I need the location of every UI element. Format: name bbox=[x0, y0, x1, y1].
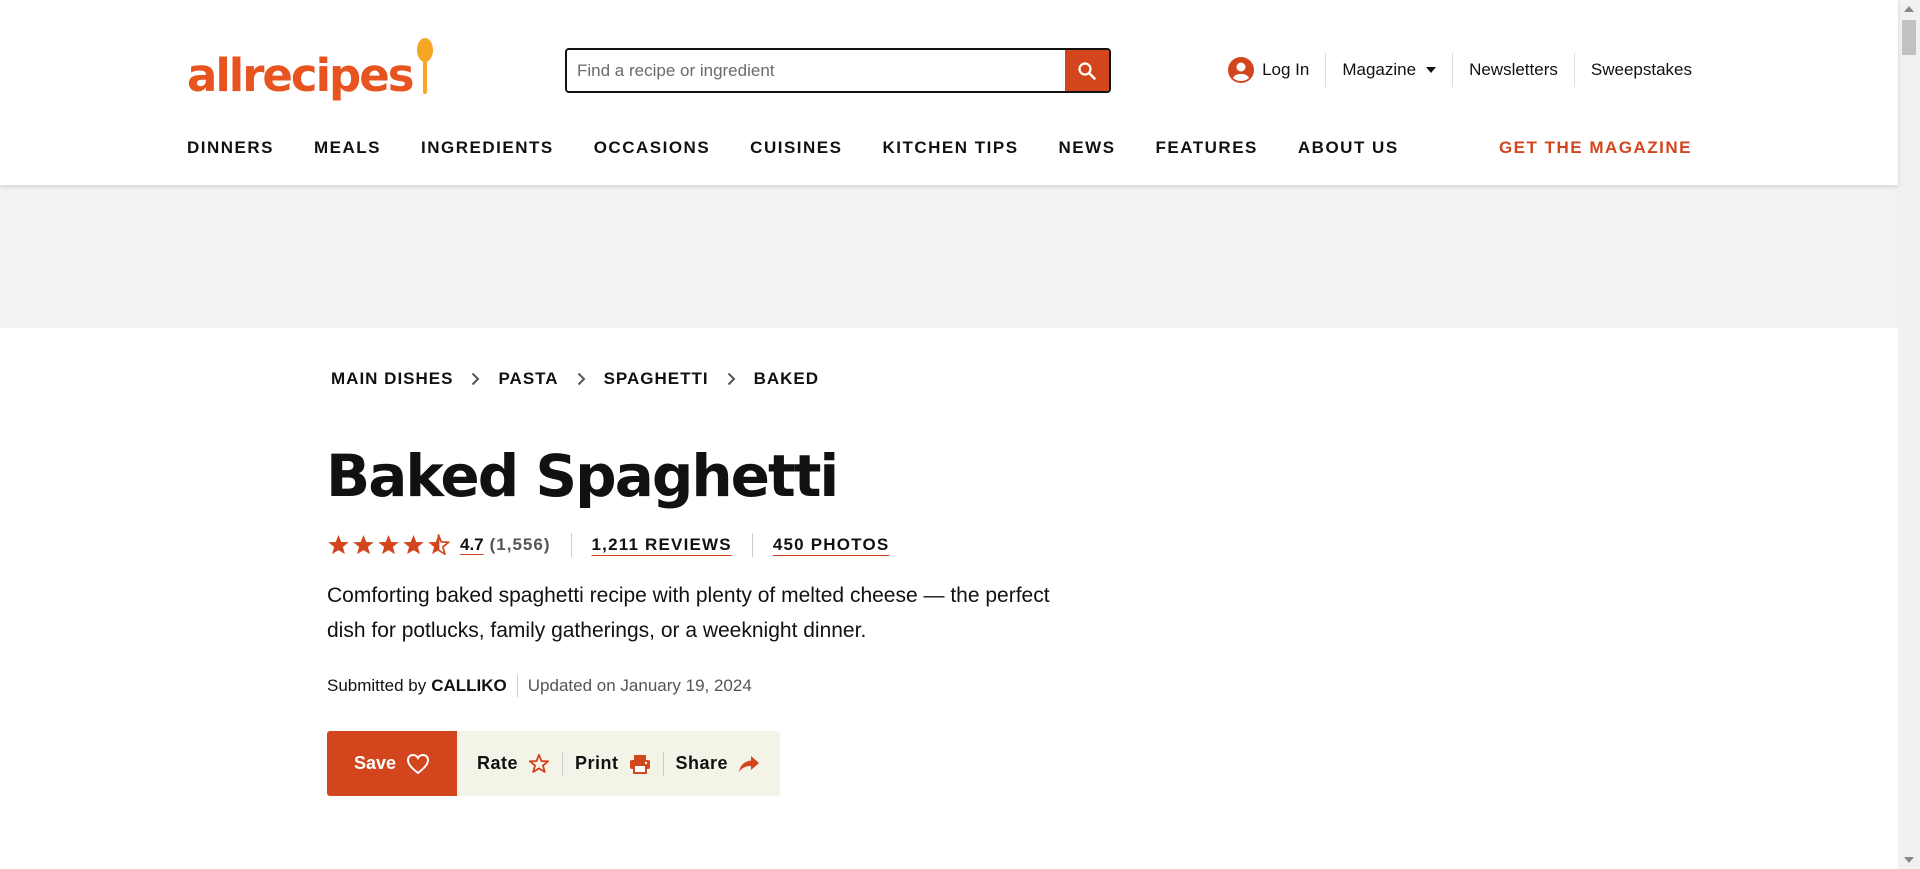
allrecipes-logo[interactable]: allrecipes bbox=[187, 38, 433, 98]
star-icon bbox=[328, 534, 349, 555]
magazine-label: Magazine bbox=[1342, 60, 1417, 79]
star-icon bbox=[353, 534, 374, 555]
star-outline-icon bbox=[528, 753, 550, 773]
share-button[interactable]: Share bbox=[664, 753, 773, 774]
user-account-icon bbox=[1228, 57, 1255, 83]
nav-item-news[interactable]: NEWS bbox=[1059, 138, 1116, 158]
share-label: Share bbox=[675, 753, 729, 773]
rating-count: (1,556) bbox=[489, 535, 551, 554]
print-button[interactable]: Print bbox=[563, 753, 663, 774]
recipe-description: Comforting baked spaghetti recipe with p… bbox=[327, 584, 1050, 642]
sweepstakes-link[interactable]: Sweepstakes bbox=[1573, 53, 1692, 87]
printer-icon bbox=[629, 754, 650, 774]
main-nav: DINNERS MEALS INGREDIENTS OCCASIONS CUIS… bbox=[187, 138, 1439, 158]
scroll-down-icon[interactable] bbox=[1904, 857, 1914, 863]
divider bbox=[516, 675, 518, 697]
page-scrollbar[interactable] bbox=[1898, 0, 1920, 869]
breadcrumb-baked[interactable]: BAKED bbox=[754, 369, 819, 389]
rating-row: 4.7 (1,556) 1,211 REVIEWS 450 PHOTOS bbox=[327, 532, 889, 558]
magazine-dropdown[interactable]: Magazine bbox=[1325, 53, 1452, 87]
nav-item-about-us[interactable]: ABOUT US bbox=[1298, 138, 1399, 158]
search-input[interactable] bbox=[567, 50, 1065, 91]
nav-item-meals[interactable]: MEALS bbox=[314, 138, 381, 158]
updated-date: Updated on January 19, 2024 bbox=[527, 676, 752, 695]
save-label: Save bbox=[353, 753, 397, 773]
star-icon bbox=[378, 534, 399, 555]
nav-item-dinners[interactable]: DINNERS bbox=[187, 138, 274, 158]
site-header: allrecipes Log In Magazine bbox=[0, 0, 1898, 185]
star-icon bbox=[403, 534, 424, 555]
login-link[interactable]: Log In bbox=[1228, 53, 1325, 87]
breadcrumb-pasta[interactable]: PASTA bbox=[498, 369, 558, 389]
divider bbox=[751, 533, 753, 557]
sweepstakes-label: Sweepstakes bbox=[1590, 60, 1692, 79]
breadcrumb: MAIN DISHES PASTA SPAGHETTI BAKED bbox=[331, 369, 819, 389]
caret-down-icon bbox=[1426, 67, 1437, 73]
rate-button[interactable]: Rate bbox=[465, 753, 562, 774]
page-title: Baked Spaghetti bbox=[326, 442, 839, 510]
reviews-link[interactable]: 1,211 REVIEWS bbox=[592, 535, 732, 555]
share-arrow-icon bbox=[739, 755, 760, 772]
nav-item-cuisines[interactable]: CUISINES bbox=[750, 138, 842, 158]
nav-item-ingredients[interactable]: INGREDIENTS bbox=[421, 138, 554, 158]
photos-link[interactable]: 450 PHOTOS bbox=[773, 535, 890, 555]
search-button[interactable] bbox=[1065, 50, 1109, 91]
search-icon bbox=[1078, 61, 1096, 80]
scrollbar-thumb[interactable] bbox=[1902, 20, 1916, 55]
chevron-right-icon bbox=[471, 372, 480, 386]
secondary-actions: Rate Print Share bbox=[457, 731, 781, 796]
author-link[interactable]: CALLIKO bbox=[431, 676, 507, 696]
chevron-right-icon bbox=[577, 372, 586, 386]
save-button[interactable]: Save bbox=[327, 731, 457, 796]
chevron-right-icon bbox=[727, 372, 736, 386]
nav-item-kitchen-tips[interactable]: KITCHEN TIPS bbox=[882, 138, 1018, 158]
breadcrumb-main-dishes[interactable]: MAIN DISHES bbox=[331, 369, 453, 389]
spoon-icon bbox=[416, 38, 433, 94]
scroll-up-icon[interactable] bbox=[1904, 6, 1914, 12]
logo-text: allrecipes bbox=[187, 49, 415, 102]
print-label: Print bbox=[575, 753, 619, 773]
nav-item-occasions[interactable]: OCCASIONS bbox=[594, 138, 710, 158]
login-label: Log In bbox=[1262, 60, 1310, 79]
rating-value[interactable]: 4.7 bbox=[460, 535, 484, 555]
breadcrumb-spaghetti[interactable]: SPAGHETTI bbox=[604, 369, 709, 389]
get-the-magazine-link[interactable]: GET THE MAGAZINE bbox=[1499, 138, 1692, 158]
utility-nav: Log In Magazine Newsletters Sweepstakes bbox=[1228, 53, 1692, 87]
nav-item-features[interactable]: FEATURES bbox=[1156, 138, 1258, 158]
search-bar bbox=[565, 48, 1111, 93]
byline: Submitted by CALLIKO Updated on January … bbox=[327, 673, 752, 699]
newsletters-label: Newsletters bbox=[1469, 60, 1558, 79]
divider bbox=[570, 533, 572, 557]
rate-label: Rate bbox=[477, 753, 519, 773]
star-rating[interactable] bbox=[327, 534, 450, 556]
recipe-actions: Save Rate Print Share bbox=[327, 731, 781, 796]
newsletters-link[interactable]: Newsletters bbox=[1452, 53, 1574, 87]
ad-placeholder bbox=[0, 185, 1898, 328]
submitted-by-label: Submitted by bbox=[327, 676, 427, 695]
half-star-icon bbox=[428, 534, 450, 556]
heart-icon bbox=[407, 753, 430, 774]
